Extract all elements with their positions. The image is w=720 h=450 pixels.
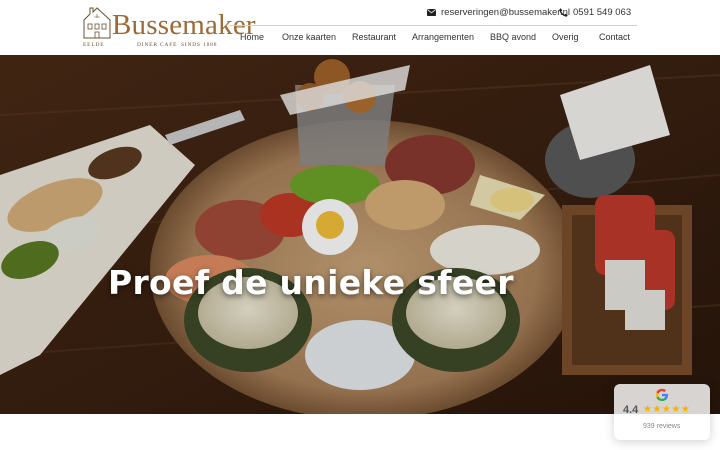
google-icon — [655, 388, 668, 401]
brand-tagline-since: SINDS 1888 — [181, 42, 218, 48]
nav-item-restaurant[interactable]: Restaurant — [352, 31, 396, 43]
brand-tagline-location: EELDE — [83, 42, 105, 48]
nav-item-bbq-avond[interactable]: BBQ avond — [490, 31, 536, 43]
review-stars: ★★★★★ — [643, 404, 691, 415]
nav-item-home[interactable]: Home — [240, 31, 264, 43]
phone-link[interactable]: 0591 549 063 — [559, 7, 631, 18]
header-divider — [230, 25, 637, 26]
nav-item-contact[interactable]: Contact — [599, 31, 630, 43]
building-icon — [83, 7, 111, 39]
phone-number: 0591 549 063 — [573, 7, 632, 18]
nav-item-overig[interactable]: Overig — [552, 31, 579, 43]
food-platter-photo — [0, 55, 720, 414]
brand-tagline-type: DINER CAFE — [137, 42, 178, 48]
envelope-icon — [427, 9, 436, 16]
main-navigation: Home Onze kaarten Restaurant Arrangement… — [230, 31, 637, 45]
nav-item-onze-kaarten[interactable]: Onze kaarten — [282, 31, 336, 43]
email-address: reserveringen@bussemaker.nl — [441, 7, 570, 18]
brand-logo[interactable]: Bussemaker EELDE DINER CAFE SINDS 1888 — [82, 4, 256, 50]
phone-icon — [559, 8, 568, 17]
review-score: 4.4 — [623, 404, 639, 416]
nav-item-arrangementen[interactable]: Arrangementen — [412, 31, 474, 43]
hero-title: Proef de unieke sfeer — [108, 263, 514, 302]
review-count: 939 reviews — [643, 423, 681, 430]
hero-banner: Proef de unieke sfeer — [0, 55, 720, 414]
google-reviews-widget[interactable]: 4.4 ★★★★★ 939 reviews — [614, 384, 710, 440]
site-header: Bussemaker EELDE DINER CAFE SINDS 1888 r… — [0, 0, 720, 55]
email-link[interactable]: reserveringen@bussemaker.nl — [427, 7, 570, 18]
